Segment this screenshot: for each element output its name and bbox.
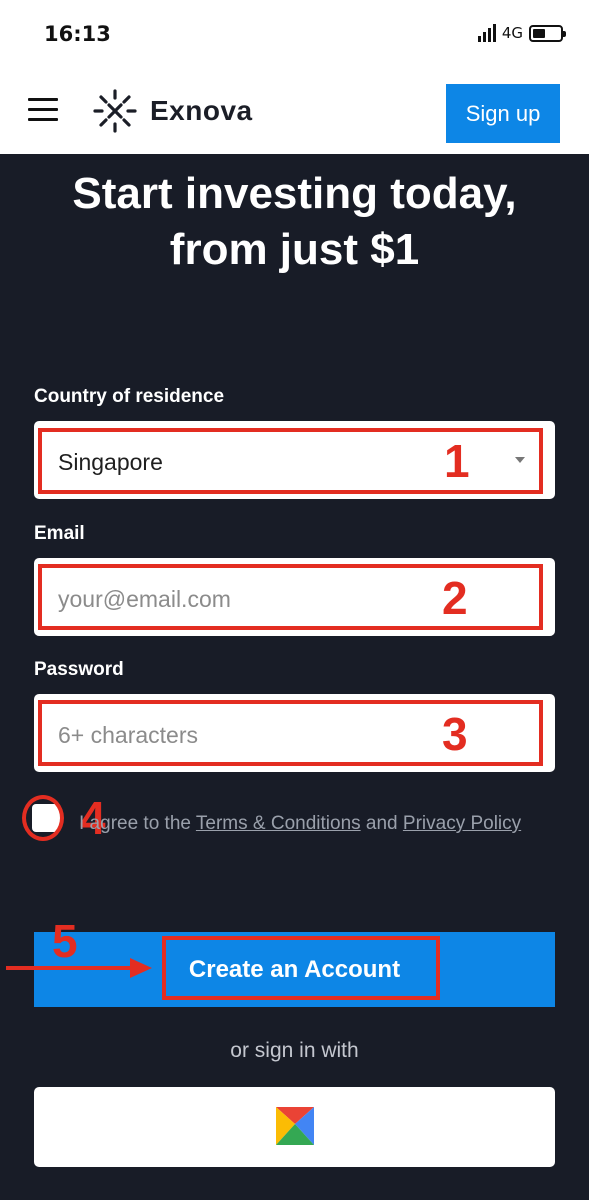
brand-name: Exnova [150,95,253,126]
or-signin-text: or sign in with [230,1039,359,1062]
status-time: 16:13 [44,22,111,46]
exnova-logo-icon [93,89,137,133]
annotation-arrow-head [130,958,152,978]
gmail-icon [276,1107,314,1145]
privacy-link[interactable]: Privacy Policy [403,813,521,834]
annotation-box-5 [162,936,440,1000]
hamburger-icon[interactable] [28,98,58,122]
annotation-number-2: 2 [442,572,468,624]
terms-agreement-text: I agree to the Terms & Conditions and Pr… [79,807,529,840]
annotation-circle-4 [22,795,64,841]
network-type: 4G [501,24,523,42]
email-label: Email [34,523,85,544]
brand-logo[interactable]: Exnova [92,88,253,134]
page-title: Start investing today, from just $1 [20,166,569,278]
annotation-number-1: 1 [444,435,470,487]
battery-icon [529,24,566,42]
status-bar: 16:13 4G [0,0,589,68]
agree-and: and [365,813,398,834]
status-indicators: 4G [477,24,566,42]
terms-link[interactable]: Terms & Conditions [196,813,361,834]
site-header: Exnova Sign up [0,68,589,154]
password-label: Password [34,659,124,680]
annotation-number-5: 5 [52,915,78,967]
signal-icon [477,24,496,42]
google-signin-button[interactable] [34,1087,555,1167]
title-line-1: Start investing today, [72,169,517,218]
signup-button[interactable]: Sign up [446,84,560,143]
title-line-2: from just $1 [169,225,420,274]
annotation-number-3: 3 [442,708,468,760]
annotation-arrow [6,966,134,970]
country-label: Country of residence [34,386,225,407]
agree-prefix: I agree to the [79,813,191,834]
